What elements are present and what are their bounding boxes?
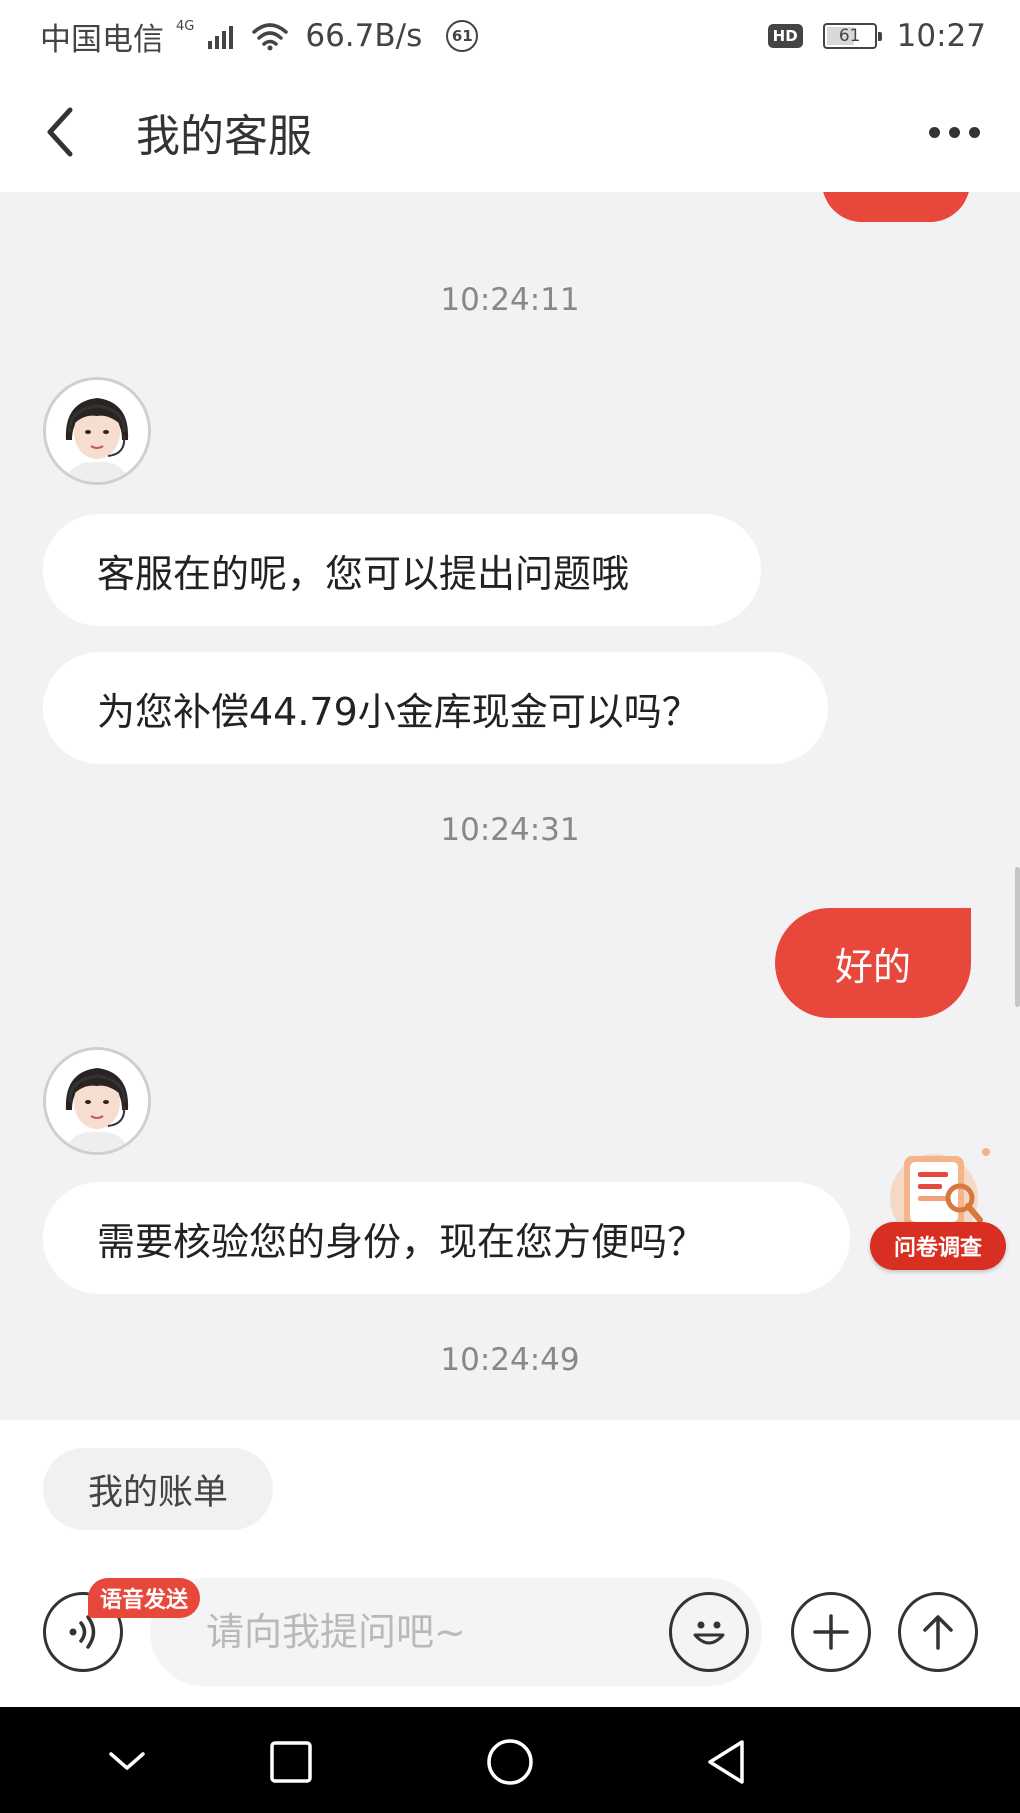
agent-message-text: 为您补偿44.79小金库现金可以吗？	[97, 689, 700, 734]
message-timestamp: 10:24:31	[440, 812, 580, 848]
agent-message-bubble: 需要核验您的身份，现在您方便吗？	[43, 1182, 850, 1294]
arrow-up-icon	[923, 1615, 953, 1650]
plus-icon	[813, 1614, 849, 1650]
carrier-name: 中国电信	[40, 21, 164, 58]
system-recents-button[interactable]	[261, 1732, 321, 1792]
page-title: 我的客服	[136, 111, 312, 162]
agent-avatar-icon	[46, 1050, 148, 1152]
status-bar: 中国电信 4G 66.7B/s 61 HD 61 10:27	[0, 0, 1020, 72]
system-navigation-bar	[0, 1707, 1020, 1813]
agent-avatar-icon	[46, 380, 148, 482]
voice-send-tag: 语音发送	[88, 1578, 201, 1618]
survey-button[interactable]: 问卷调查	[870, 1142, 1010, 1272]
chat-area[interactable]: 10:24:11 客服在的呢，您可以提出问题哦 为您补偿44.79小金库现金可以…	[0, 192, 1020, 1420]
network-type-label: 4G	[176, 18, 195, 34]
agent-message-text: 客服在的呢，您可以提出问题哦	[97, 551, 630, 596]
message-timestamp: 10:24:49	[440, 1342, 580, 1378]
chevron-left-icon	[47, 107, 73, 157]
clock: 10:27	[896, 18, 986, 54]
user-message-bubble-partial	[822, 192, 970, 222]
notification-count-badge: 61	[446, 20, 479, 52]
user-message-text: 好的	[834, 944, 911, 989]
system-hide-keyboard-button[interactable]	[97, 1732, 157, 1792]
back-button[interactable]	[0, 72, 120, 192]
agent-message-bubble: 为您补偿44.79小金库现金可以吗？	[43, 652, 828, 764]
survey-label: 问卷调查	[870, 1222, 1006, 1270]
composer-panel: 我的账单 语音发送	[0, 1420, 1020, 1707]
more-dots-icon	[928, 126, 940, 138]
smiley-icon	[693, 1621, 725, 1645]
send-button[interactable]	[898, 1592, 978, 1672]
nav-bar: 我的客服	[0, 72, 1020, 192]
agent-avatar	[43, 1047, 151, 1155]
more-options-button[interactable]	[791, 1592, 871, 1672]
agent-message-bubble: 客服在的呢，您可以提出问题哦	[43, 514, 761, 626]
wifi-icon	[252, 23, 289, 51]
status-right: HD 61 10:27	[767, 18, 986, 54]
system-home-button[interactable]	[480, 1732, 540, 1792]
user-message-bubble: 好的	[775, 908, 971, 1018]
triangle-back-icon	[708, 1740, 744, 1784]
agent-avatar	[43, 377, 151, 485]
quick-reply-my-bill[interactable]: 我的账单	[43, 1448, 273, 1530]
status-left: 中国电信 4G 66.7B/s 61	[40, 14, 479, 59]
square-icon	[270, 1741, 312, 1783]
signal-icon	[208, 23, 234, 49]
hd-badge: HD	[767, 24, 803, 48]
more-button[interactable]	[914, 112, 994, 152]
message-timestamp: 10:24:11	[440, 282, 580, 318]
chat-scrollbar[interactable]	[1015, 867, 1020, 1007]
battery-level: 61	[838, 26, 861, 46]
circle-icon	[487, 1739, 533, 1785]
battery-icon: 61	[822, 23, 882, 49]
emoji-button[interactable]	[669, 1592, 749, 1672]
agent-message-text: 需要核验您的身份，现在您方便吗？	[97, 1219, 706, 1264]
system-back-button[interactable]	[696, 1732, 756, 1792]
net-speed: 66.7B/s	[305, 18, 423, 54]
chevron-down-icon	[109, 1752, 145, 1770]
